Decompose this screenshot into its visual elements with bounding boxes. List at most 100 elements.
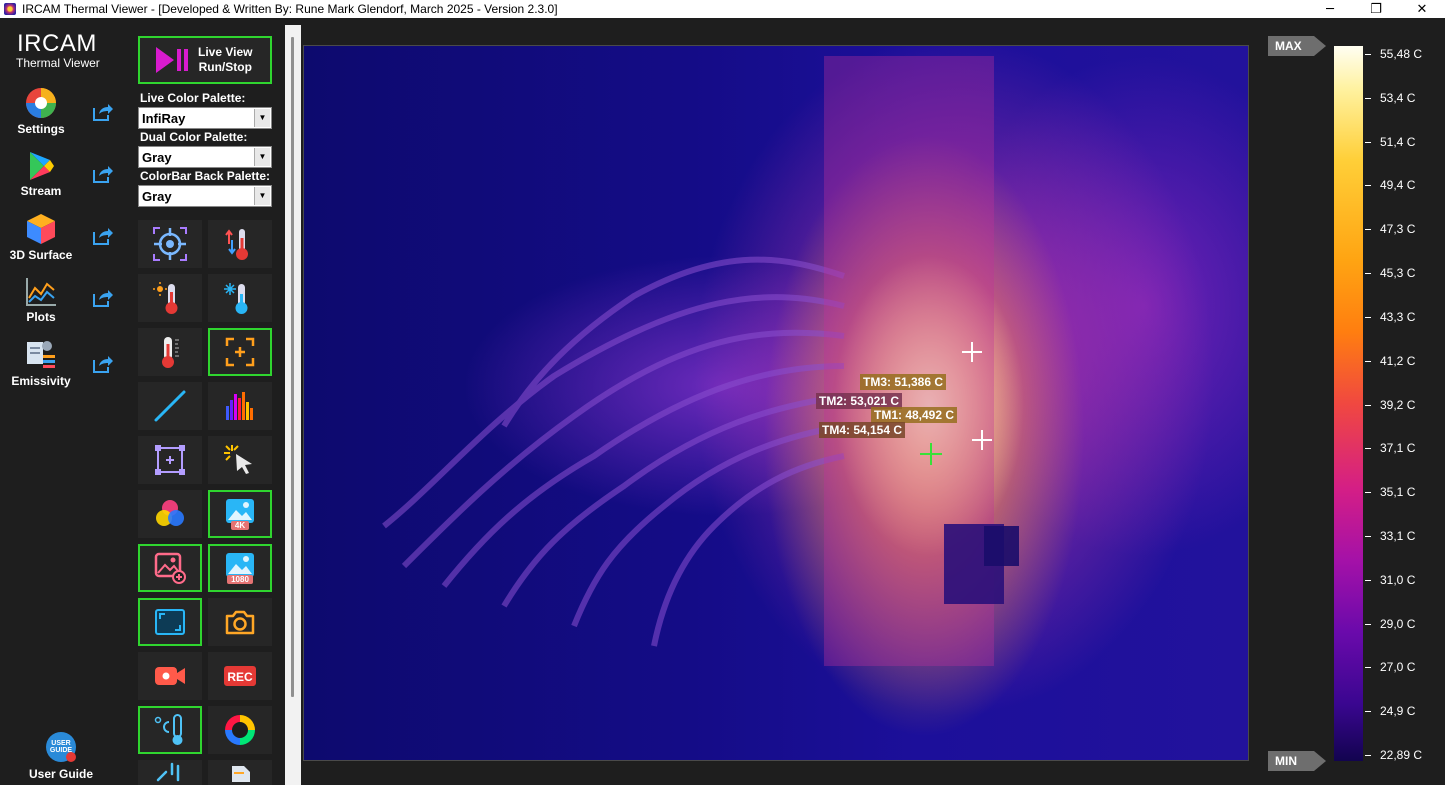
snapshot-tool[interactable] xyxy=(208,598,272,646)
app-icon xyxy=(4,3,16,15)
export-4k-tool[interactable]: 4K xyxy=(208,490,272,538)
colorbar-tick-label: 51,4 C xyxy=(1380,134,1416,149)
thermal-scene-overlay xyxy=(382,56,1019,666)
celsius-unit-tool[interactable] xyxy=(138,706,202,754)
colorbar-tick-label: 47,3 C xyxy=(1380,222,1416,237)
palette-wheel-tool[interactable] xyxy=(208,706,272,754)
cube-icon xyxy=(27,214,55,244)
colorbar-tick-label: 31,0 C xyxy=(1380,572,1416,587)
close-button[interactable]: ✕ xyxy=(1399,0,1445,18)
colorbar-tick xyxy=(1365,97,1371,99)
dual-palette-select[interactable]: Gray ▼ xyxy=(138,146,272,168)
nav-settings[interactable]: Settings xyxy=(6,86,76,136)
run-stop-label: Run/Stop xyxy=(198,60,252,74)
tm1-label: TM1: 48,492 C xyxy=(871,407,958,423)
histogram-icon xyxy=(226,392,253,420)
nav-stream[interactable]: Stream xyxy=(6,150,76,198)
histogram-tool[interactable] xyxy=(208,382,272,430)
chevron-down-icon[interactable]: ▼ xyxy=(254,148,270,166)
line-profile-tool[interactable] xyxy=(138,760,202,785)
settings-icon xyxy=(26,88,56,118)
colorbar-tick-label: 35,1 C xyxy=(1380,485,1416,500)
target-crosshair-tool[interactable] xyxy=(138,220,202,268)
share-icon[interactable] xyxy=(92,164,114,184)
share-icon[interactable] xyxy=(92,354,114,374)
colorbar-tick xyxy=(1365,229,1371,231)
live-view-run-stop-button[interactable]: Live View Run/Stop xyxy=(138,36,272,84)
colorbar-tick xyxy=(1365,448,1371,450)
nav-settings-label: Settings xyxy=(17,122,65,136)
min-label: MIN xyxy=(1275,754,1297,768)
chevron-down-icon[interactable]: ▼ xyxy=(254,187,270,205)
title-bar: IRCAM Thermal Viewer - [Developed & Writ… xyxy=(0,0,1445,18)
left-sidebar: IRCAM Thermal Viewer Settings Stream 3D … xyxy=(0,18,130,785)
share-icon[interactable] xyxy=(92,226,114,246)
video-record-tool[interactable] xyxy=(138,652,202,700)
nav-3d-surface-label: 3D Surface xyxy=(9,248,73,262)
emissivity-icon xyxy=(27,341,55,368)
thermometer-tool[interactable] xyxy=(138,328,202,376)
document-icon xyxy=(232,766,250,782)
min-marker: MIN xyxy=(1268,751,1326,771)
pointer-select-tool[interactable] xyxy=(208,436,272,484)
live-palette-select[interactable]: InfiRay ▼ xyxy=(138,107,272,129)
user-guide-button[interactable]: USER GUIDE User Guide xyxy=(20,730,102,781)
share-icon[interactable] xyxy=(92,102,114,122)
colorbar-tick xyxy=(1365,711,1371,713)
temp-range-tool[interactable] xyxy=(208,220,272,268)
colorbar-tick-label: 55,48 C xyxy=(1380,47,1423,61)
play-pause-icon xyxy=(156,47,188,73)
panel-scrollbar[interactable] xyxy=(285,25,301,785)
thermal-image-view[interactable]: TM3: 51,386 C TM2: 53,021 C TM1: 48,492 … xyxy=(303,45,1249,761)
screen-frame-icon xyxy=(155,609,185,635)
rec-tool[interactable]: REC xyxy=(208,652,272,700)
document-tool[interactable] xyxy=(208,760,272,785)
res-1080-label: 1080 xyxy=(231,575,249,584)
logo-title: IRCAM xyxy=(17,30,97,57)
min-temp-tool[interactable] xyxy=(208,274,272,322)
box-area-tool[interactable] xyxy=(138,436,202,484)
colorbar-palette-select[interactable]: Gray ▼ xyxy=(138,185,272,207)
thermometer-icon xyxy=(162,337,179,368)
cursor-click-icon xyxy=(224,445,252,474)
colorbar-tick-label: 39,2 C xyxy=(1380,397,1416,412)
max-label: MAX xyxy=(1275,39,1302,53)
share-icon[interactable] xyxy=(92,288,114,308)
line-icon xyxy=(154,390,186,422)
colorbar-tick xyxy=(1365,579,1371,581)
temperature-colorbar xyxy=(1334,46,1363,761)
color-mix-tool[interactable] xyxy=(138,490,202,538)
nav-emissivity-label: Emissivity xyxy=(11,374,71,388)
box-select-icon xyxy=(155,445,185,475)
colorbar-tick-label: 41,2 C xyxy=(1380,353,1416,368)
nav-plots[interactable]: Plots xyxy=(6,276,76,324)
save-image-tool[interactable] xyxy=(138,544,202,592)
nav-3d-surface[interactable]: 3D Surface xyxy=(6,212,76,262)
nav-emissivity[interactable]: Emissivity xyxy=(6,338,76,388)
play-stream-icon xyxy=(30,152,54,180)
colorbar-tick xyxy=(1365,535,1371,537)
area-focus-tool[interactable] xyxy=(208,328,272,376)
rec-icon: REC xyxy=(224,666,256,686)
user-guide-badge-line1: USER xyxy=(51,740,70,747)
aspect-frame-tool[interactable] xyxy=(138,598,202,646)
line-tool[interactable] xyxy=(138,382,202,430)
tool-panel: Live View Run/Stop Live Color Palette: I… xyxy=(130,18,282,785)
colorbar-tick xyxy=(1365,623,1371,625)
scrollbar-thumb[interactable] xyxy=(291,37,294,697)
live-view-label: Live View xyxy=(198,45,253,59)
tm3-label: TM3: 51,386 C xyxy=(860,374,947,390)
dual-palette-value: Gray xyxy=(142,150,172,165)
colorbar-palette-value: Gray xyxy=(142,189,172,204)
chevron-down-icon[interactable]: ▼ xyxy=(254,109,270,127)
rgb-circles-icon xyxy=(156,500,184,526)
maximize-button[interactable]: ❐ xyxy=(1353,0,1399,18)
colorbar-palette-label: ColorBar Back Palette: xyxy=(140,169,271,183)
max-temp-tool[interactable] xyxy=(138,274,202,322)
export-1080-tool[interactable]: 1080 xyxy=(208,544,272,592)
minimize-button[interactable]: ─ xyxy=(1307,0,1353,18)
colorbar-tick-label: 43,3 C xyxy=(1380,309,1416,324)
max-marker: MAX xyxy=(1268,36,1326,56)
colorbar-tick-label: 24,9 C xyxy=(1380,704,1416,719)
colorbar-tick xyxy=(1365,185,1371,187)
